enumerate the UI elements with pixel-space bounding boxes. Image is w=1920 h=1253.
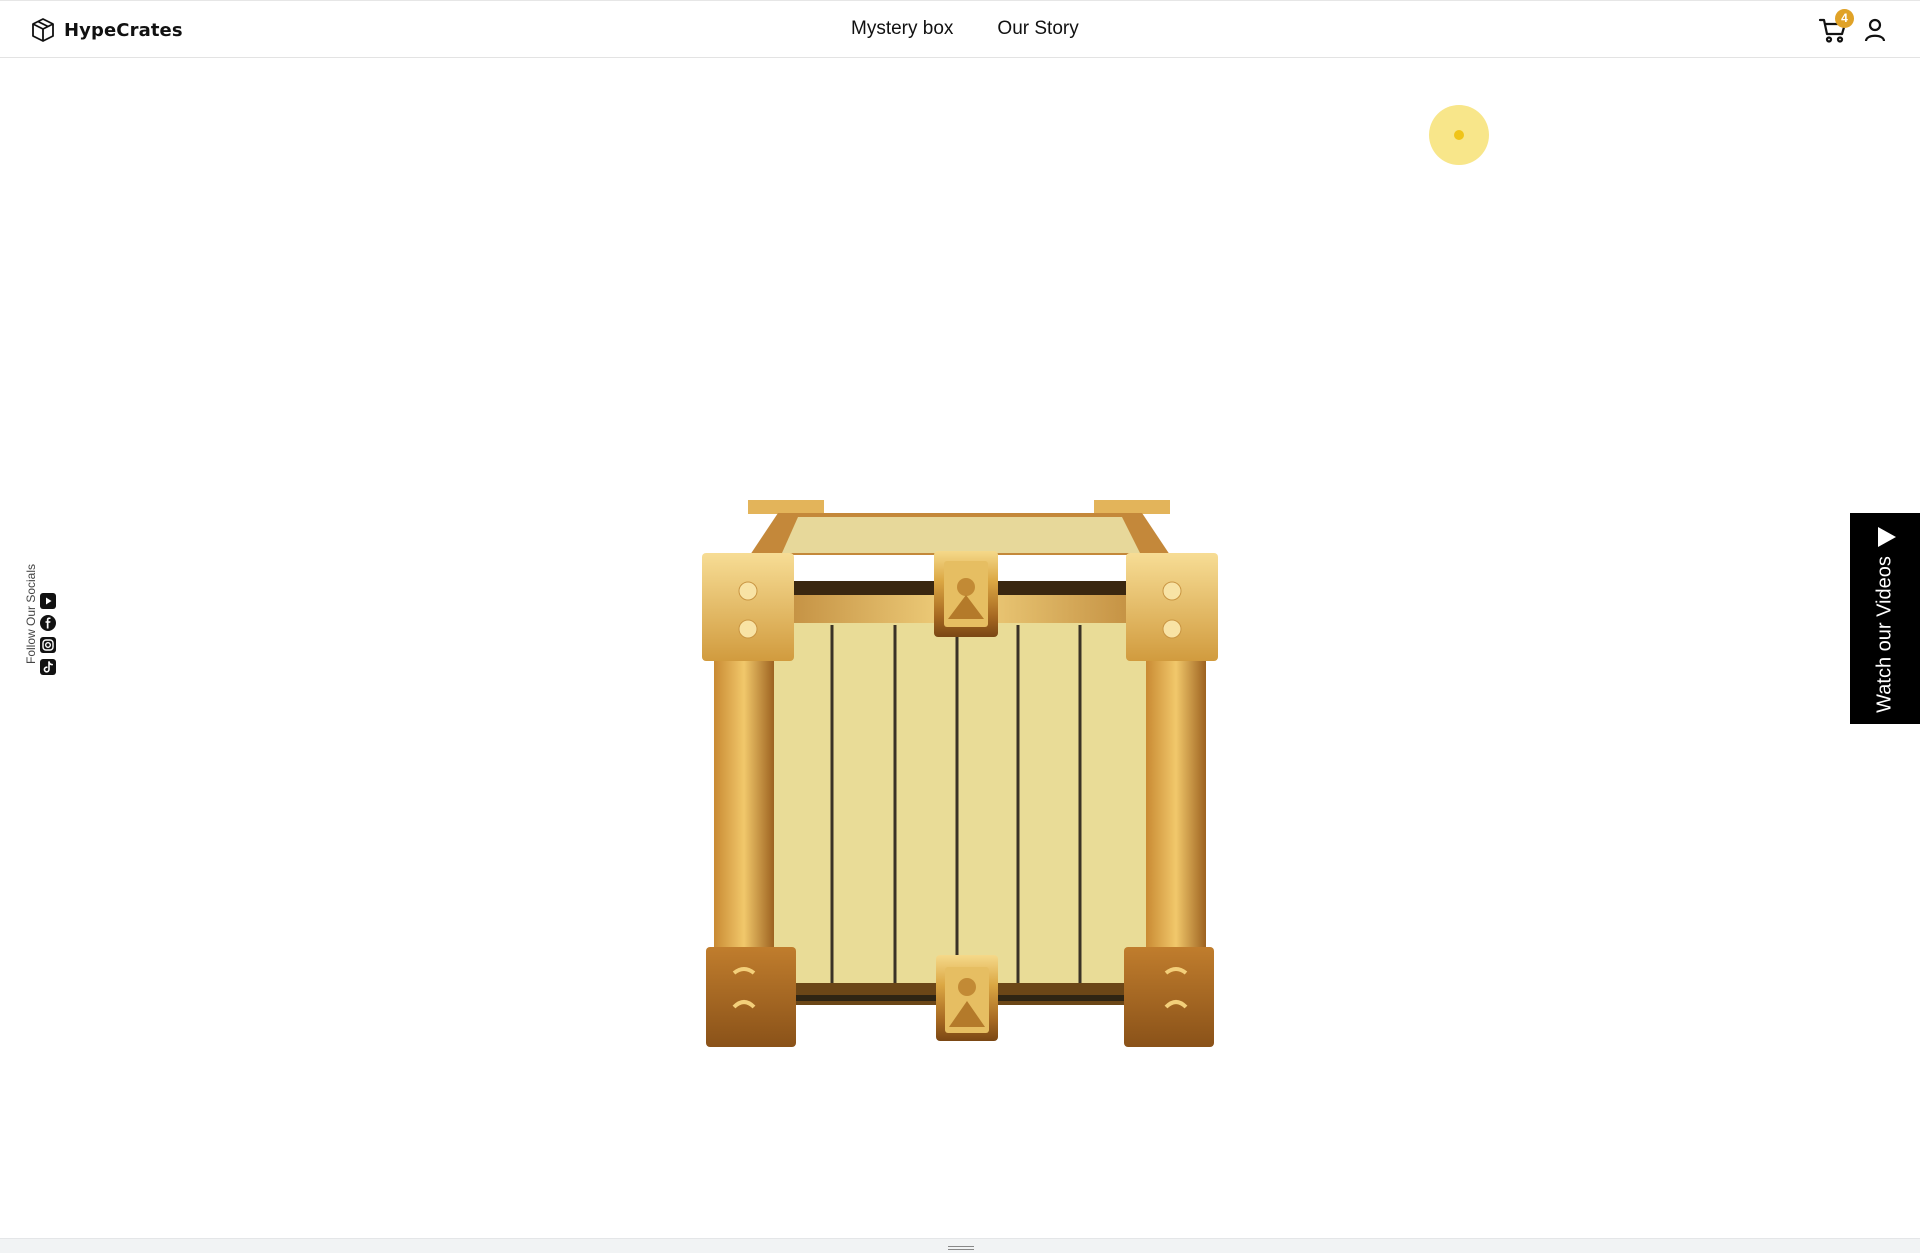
mystery-crate-image (700, 495, 1220, 1055)
cart-button[interactable]: 4 (1818, 9, 1854, 45)
youtube-icon[interactable] (40, 593, 56, 609)
cursor-highlight (1429, 105, 1489, 165)
facebook-icon[interactable] (40, 615, 56, 631)
play-icon (1878, 527, 1896, 547)
site-header: HypeCrates Mystery box Our Story 4 (0, 0, 1920, 58)
brand-name: HypeCrates (64, 19, 183, 41)
watch-videos-tab[interactable]: Watch our Videos (1850, 513, 1920, 724)
brand-logo[interactable]: HypeCrates (30, 16, 183, 44)
socials-label: Follow Our Socials (24, 563, 38, 665)
socials-bar: Follow Our Socials (22, 555, 62, 685)
box-logo-icon (32, 18, 54, 42)
instagram-icon[interactable] (40, 637, 56, 653)
account-button[interactable] (1864, 18, 1886, 42)
page: HypeCrates Mystery box Our Story 4 Follo… (0, 0, 1920, 1253)
nav-mystery-box[interactable]: Mystery box (851, 18, 953, 40)
bottom-drawer-bar[interactable] (0, 1238, 1920, 1253)
main-nav: Mystery box Our Story (851, 18, 1079, 40)
watch-videos-label: Watch our Videos (1873, 556, 1896, 713)
tiktok-icon[interactable] (40, 659, 56, 675)
cart-count-badge: 4 (1835, 9, 1854, 28)
nav-our-story[interactable]: Our Story (997, 18, 1078, 40)
drag-handle-icon[interactable] (948, 1246, 974, 1250)
user-icon (1864, 18, 1886, 42)
